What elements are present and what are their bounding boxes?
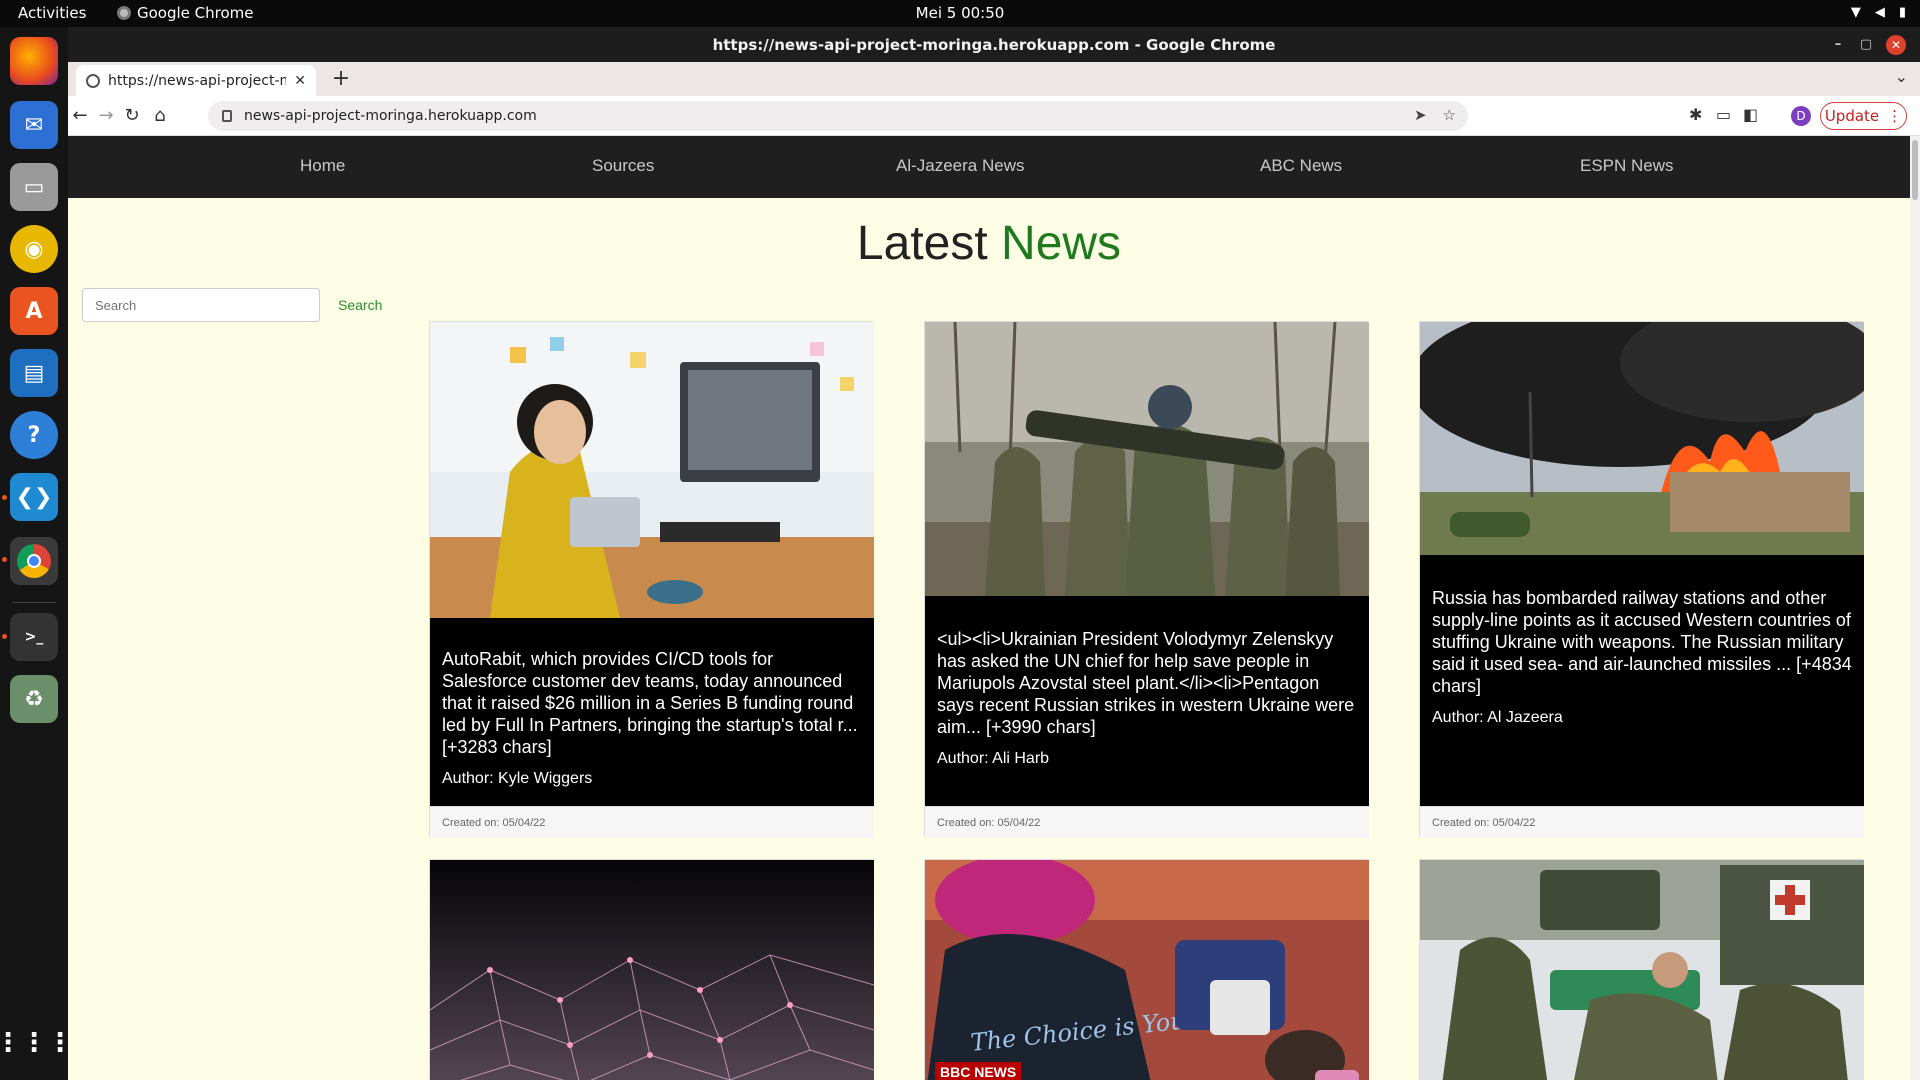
news-card[interactable] xyxy=(1419,859,1864,1080)
globe-icon xyxy=(86,73,100,88)
tab-strip: https://news-api-project-moringa.herokua… xyxy=(68,62,1920,96)
article-author: Author: Kyle Wiggers xyxy=(442,770,593,787)
tab-search-icon[interactable]: ⌄ xyxy=(1895,67,1908,86)
back-icon[interactable]: ← xyxy=(68,104,92,128)
news-card[interactable]: AutoRabit, which provides CI/CD tools fo… xyxy=(429,321,874,838)
article-body: <ul><li>Ukrainian President Volodymyr Ze… xyxy=(925,596,1369,806)
running-indicator xyxy=(2,495,7,500)
news-card[interactable]: The Choice is Yours BBC NEWS xyxy=(924,859,1369,1080)
article-image[interactable] xyxy=(925,322,1369,596)
address-bar[interactable]: news-api-project-moringa.herokuapp.com ➤… xyxy=(208,101,1468,131)
url-text: news-api-project-moringa.herokuapp.com xyxy=(244,108,537,124)
dock-separator xyxy=(12,602,56,603)
nav-sources[interactable]: Sources xyxy=(592,156,654,176)
heading-accent: News xyxy=(1001,217,1122,270)
more-menu-icon[interactable]: ⋮ xyxy=(1887,107,1902,125)
close-window-icon[interactable]: ✕ xyxy=(1886,35,1906,55)
update-label: Update xyxy=(1824,107,1880,125)
trash-icon[interactable]: ♻ xyxy=(10,675,58,723)
vscode-icon[interactable]: ❮❯ xyxy=(10,473,58,521)
browser-toolbar: ← → ↻ ⌂ news-api-project-moringa.herokua… xyxy=(68,96,1920,136)
article-image[interactable] xyxy=(430,860,874,1080)
cast-icon[interactable]: ▭ xyxy=(1716,105,1731,124)
search-input[interactable] xyxy=(82,288,320,322)
news-card[interactable]: Russia has bombarded railway stations an… xyxy=(1419,321,1864,838)
rhythmbox-icon[interactable]: ◉ xyxy=(10,225,58,273)
title-bar: https://news-api-project-moringa.herokua… xyxy=(68,27,1920,62)
tab-close-icon[interactable]: ✕ xyxy=(294,73,306,89)
new-tab-button[interactable]: + xyxy=(328,66,354,91)
nav-al-jazeera[interactable]: Al-Jazeera News xyxy=(896,156,1025,176)
firefox-icon[interactable] xyxy=(10,37,58,85)
search-button[interactable]: Search xyxy=(338,297,382,313)
show-apps-icon[interactable]: ⋮⋮⋮ xyxy=(0,1019,73,1067)
article-image[interactable] xyxy=(1420,322,1864,555)
article-author: Author: Ali Harb xyxy=(937,750,1050,767)
article-author: Author: Al Jazeera xyxy=(1432,709,1563,726)
window-title: https://news-api-project-moringa.herokua… xyxy=(712,36,1276,54)
article-image[interactable] xyxy=(1420,860,1864,1080)
news-card[interactable] xyxy=(429,859,874,1080)
news-card[interactable]: <ul><li>Ukrainian President Volodymyr Ze… xyxy=(924,321,1369,838)
thunderbird-icon[interactable]: ✉ xyxy=(10,101,58,149)
extensions-icon[interactable]: ✱ xyxy=(1689,105,1702,124)
help-icon[interactable]: ? xyxy=(10,411,58,459)
profile-avatar[interactable]: D xyxy=(1791,106,1811,126)
battery-icon: ▮ xyxy=(1898,5,1906,20)
page-title: Latest News xyxy=(68,216,1910,271)
dock: ✉ ▭ ◉ A ▤ ? ❮❯ >_ ♻ ⋮⋮⋮ xyxy=(0,27,73,1080)
send-icon[interactable]: ➤ xyxy=(1414,106,1427,124)
nav-espn[interactable]: ESPN News xyxy=(1580,156,1674,176)
scrollbar-thumb[interactable] xyxy=(1912,140,1918,200)
system-top-bar: Activities Google Chrome Mei 5 00:50 ▼ ◀… xyxy=(0,0,1920,27)
page-scrollbar[interactable] xyxy=(1910,136,1920,1080)
lock-icon[interactable] xyxy=(222,110,232,122)
article-body: AutoRabit, which provides CI/CD tools fo… xyxy=(430,618,874,806)
article-image[interactable] xyxy=(430,322,874,618)
maximize-icon[interactable]: ▢ xyxy=(1856,35,1876,55)
minimize-icon[interactable]: – xyxy=(1828,35,1848,55)
terminal-icon[interactable]: >_ xyxy=(10,613,58,661)
nav-home[interactable]: Home xyxy=(300,156,345,176)
software-center-icon[interactable]: A xyxy=(10,287,58,335)
chrome-dock-icon[interactable] xyxy=(10,537,58,585)
browser-window: https://news-api-project-moringa.herokua… xyxy=(68,27,1920,1080)
side-panel-icon[interactable]: ◧ xyxy=(1743,105,1758,124)
article-description: AutoRabit, which provides CI/CD tools fo… xyxy=(442,649,858,757)
update-button[interactable]: Update ⋮ xyxy=(1820,102,1907,130)
forward-icon[interactable]: → xyxy=(94,104,118,128)
clock[interactable]: Mei 5 00:50 xyxy=(0,4,1920,22)
site-navbar: Home Sources Al-Jazeera News ABC News ES… xyxy=(68,136,1910,198)
running-indicator xyxy=(2,634,7,639)
writer-icon[interactable]: ▤ xyxy=(10,349,58,397)
files-icon[interactable]: ▭ xyxy=(10,163,58,211)
card-footer: Created on: 05/04/22 xyxy=(430,806,874,838)
article-description: <ul><li>Ukrainian President Volodymyr Ze… xyxy=(937,629,1355,737)
bbc-news-badge: BBC NEWS xyxy=(935,1062,1022,1080)
volume-icon: ◀ xyxy=(1874,5,1885,20)
system-tray[interactable]: ▼ ◀ ▮ xyxy=(1851,5,1906,20)
card-footer: Created on: 05/04/22 xyxy=(925,806,1369,838)
article-body: Russia has bombarded railway stations an… xyxy=(1420,555,1864,806)
bookmark-star-icon[interactable]: ☆ xyxy=(1443,106,1456,124)
page-viewport: Home Sources Al-Jazeera News ABC News ES… xyxy=(68,136,1910,1080)
card-footer: Created on: 05/04/22 xyxy=(1420,806,1864,838)
article-description: Russia has bombarded railway stations an… xyxy=(1432,588,1852,696)
article-image[interactable]: The Choice is Yours BBC NEWS xyxy=(925,860,1369,1080)
tab-active[interactable]: https://news-api-project-moringa.herokua… xyxy=(76,65,316,96)
heading-main: Latest xyxy=(856,217,988,270)
tab-title: https://news-api-project-moringa.herokua… xyxy=(108,72,286,89)
running-indicator xyxy=(2,557,7,562)
home-icon[interactable]: ⌂ xyxy=(148,104,172,128)
reload-icon[interactable]: ↻ xyxy=(120,104,144,128)
wifi-icon: ▼ xyxy=(1850,5,1861,20)
nav-abc[interactable]: ABC News xyxy=(1260,156,1342,176)
